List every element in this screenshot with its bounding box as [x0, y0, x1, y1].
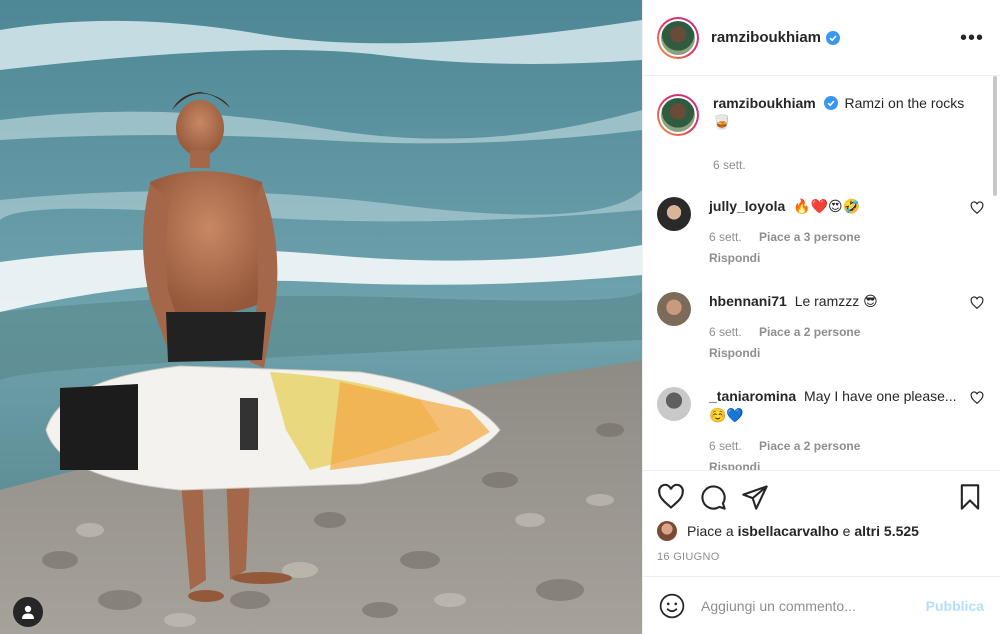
commenter-username-link[interactable]: hbennani71 — [709, 293, 787, 309]
comments-scrollbar[interactable] — [993, 76, 997, 196]
comment-timestamp[interactable]: 6 sett. — [709, 230, 742, 244]
comment-like-heart-icon[interactable] — [970, 296, 984, 310]
commenter-avatar[interactable] — [657, 387, 691, 421]
verified-icon — [826, 30, 841, 45]
publish-button[interactable]: Pubblica — [926, 598, 984, 614]
more-options-button[interactable]: ••• — [960, 28, 984, 48]
comment-like-heart-icon[interactable] — [970, 201, 984, 215]
commenter-username-link[interactable]: _taniaromina — [709, 388, 796, 404]
comment-text: Le ramzzz 😎 — [794, 293, 878, 309]
author-avatar[interactable] — [657, 16, 699, 59]
emoji-icon[interactable] — [659, 593, 685, 619]
commenter-avatar[interactable] — [657, 197, 691, 231]
verified-icon — [823, 96, 838, 110]
commenter-username-link[interactable]: jully_loyola — [709, 198, 785, 214]
reply-button[interactable]: Rispondi — [709, 344, 962, 363]
heart-icon[interactable] — [657, 483, 685, 511]
reply-button[interactable]: Rispondi — [709, 249, 962, 268]
liked-by-others-link[interactable]: altri 5.525 — [854, 523, 919, 539]
post-details-panel: ramziboukhiam ••• ramziboukhiam Ramzi on… — [642, 0, 1000, 634]
action-bar — [657, 483, 984, 511]
comment-likes-link[interactable]: Piace a 3 persone — [759, 230, 860, 244]
post-actions-section: Piace a isbellacarvalho e altri 5.525 16… — [643, 470, 1000, 576]
caption-author-avatar[interactable] — [657, 94, 699, 136]
surfer-photo-image — [0, 0, 642, 634]
comment-timestamp[interactable]: 6 sett. — [709, 439, 742, 453]
comment-likes-link[interactable]: Piace a 2 persone — [759, 325, 860, 339]
post-date[interactable]: 16 GIUGNO — [657, 551, 984, 563]
comment-like-heart-icon[interactable] — [970, 391, 984, 405]
commenter-avatar[interactable] — [657, 292, 691, 326]
comment-text: 🔥❤️😍🤣 — [793, 198, 861, 214]
comment-icon[interactable] — [699, 483, 727, 511]
author-username-link[interactable]: ramziboukhiam — [711, 29, 821, 46]
post-photo[interactable] — [0, 0, 642, 634]
author-username-row: ramziboukhiam — [711, 29, 841, 46]
liked-by-middle: e — [842, 523, 851, 539]
comment-timestamp[interactable]: 6 sett. — [709, 325, 742, 339]
reply-button[interactable]: Rispondi — [709, 458, 962, 470]
comment-item: _taniaromina May I have one please... ☺️… — [657, 387, 984, 470]
comment-item: hbennani71 Le ramzzz 😎 6 sett. Piace a 2… — [657, 292, 984, 363]
user-tags-button[interactable] — [13, 597, 43, 627]
post-modal: ramziboukhiam ••• ramziboukhiam Ramzi on… — [0, 0, 1000, 634]
comment-item: jully_loyola 🔥❤️😍🤣 6 sett. Piace a 3 per… — [657, 197, 984, 268]
comments-list[interactable]: ramziboukhiam Ramzi on the rocks 🥃 6 set… — [643, 76, 1000, 470]
share-icon[interactable] — [741, 483, 769, 511]
bookmark-icon[interactable] — [956, 483, 984, 511]
liker-avatar[interactable] — [657, 521, 677, 541]
liked-by-user-link[interactable]: isbellacarvalho — [738, 523, 839, 539]
caption-timestamp[interactable]: 6 sett. — [713, 156, 984, 175]
liked-by-prefix: Piace a — [687, 523, 734, 539]
user-tag-icon — [22, 605, 34, 619]
comment-likes-link[interactable]: Piace a 2 persone — [759, 439, 860, 453]
liked-by-summary: Piace a isbellacarvalho e altri 5.525 — [657, 521, 984, 541]
comment-input[interactable] — [701, 597, 926, 614]
post-header: ramziboukhiam ••• — [643, 0, 1000, 76]
post-caption: ramziboukhiam Ramzi on the rocks 🥃 6 set… — [657, 94, 984, 175]
add-comment-bar: Pubblica — [643, 576, 1000, 634]
caption-username-link[interactable]: ramziboukhiam — [713, 95, 816, 111]
